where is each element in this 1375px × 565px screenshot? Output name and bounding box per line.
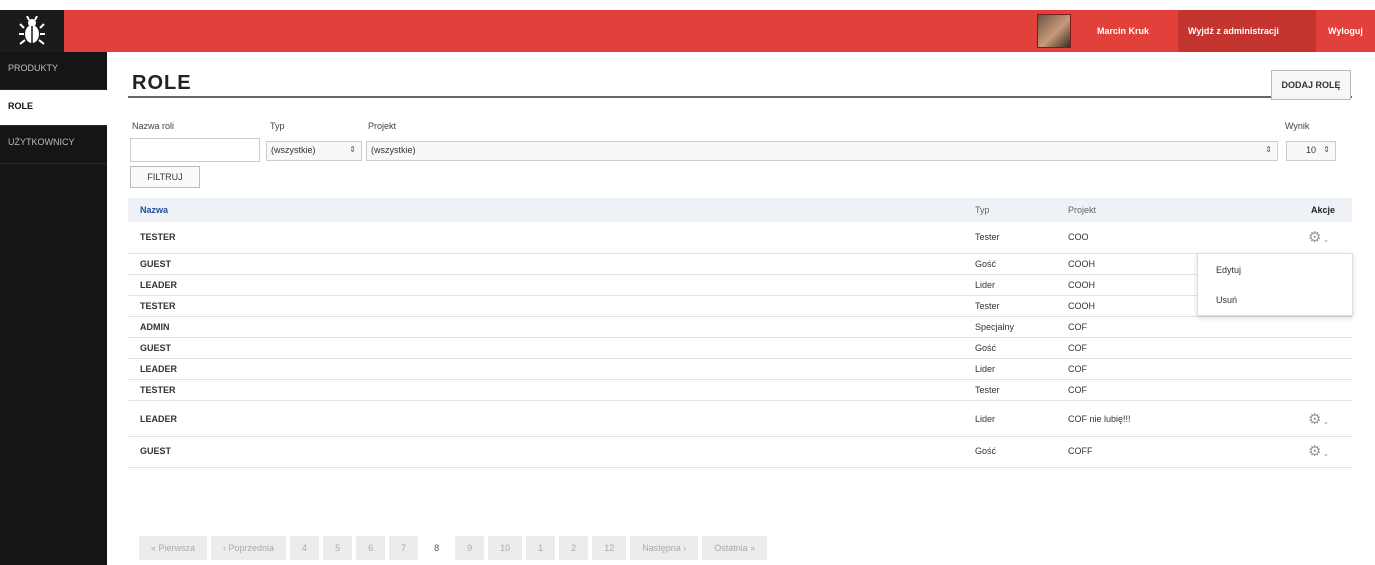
type-label: Typ — [270, 121, 285, 131]
role-project: COFF — [1068, 446, 1093, 456]
project-select[interactable]: (wszystkie) ⇕ — [366, 141, 1278, 161]
pagination-item[interactable]: 6 — [356, 536, 386, 560]
role-type: Lider — [975, 414, 996, 424]
role-type: Gość — [975, 259, 997, 269]
role-name-input[interactable] — [130, 138, 260, 162]
table-header: Nazwa Typ Projekt Akcje — [128, 198, 1352, 222]
gear-icon[interactable]: ⚙⌄ — [1308, 442, 1329, 460]
role-type: Gość — [975, 446, 997, 456]
pagination-item[interactable]: 10 — [488, 536, 523, 560]
chevron-down-icon: ⇕ — [1323, 145, 1330, 154]
logout-link[interactable]: Wyloguj — [1318, 10, 1373, 52]
pagination-item[interactable]: 1 — [526, 536, 556, 560]
type-select-value: (wszystkie) — [271, 145, 316, 155]
role-name: LEADER — [140, 280, 178, 290]
column-header-type: Typ — [975, 205, 990, 215]
pagination-item[interactable]: Ostatnia » — [702, 536, 768, 560]
role-project: COOH — [1068, 280, 1095, 290]
column-header-name[interactable]: Nazwa — [140, 205, 168, 215]
pagination-item[interactable]: 12 — [592, 536, 627, 560]
table-row: LEADER Lider COF — [128, 359, 1352, 380]
table-row: TESTER Tester COO ⚙⌄ — [128, 223, 1352, 254]
pagination-item[interactable]: 5 — [323, 536, 353, 560]
project-select-value: (wszystkie) — [371, 145, 416, 155]
per-page-select[interactable]: 10 ⇕ — [1286, 141, 1336, 161]
table-row: GUEST Gość COOH — [128, 254, 1352, 275]
gear-icon[interactable]: ⚙⌄ — [1308, 228, 1329, 246]
app-logo[interactable] — [0, 10, 64, 52]
user-name-link[interactable]: Marcin Kruk — [1087, 10, 1159, 52]
role-type: Gość — [975, 343, 997, 353]
role-type: Tester — [975, 301, 1000, 311]
role-project: COF nie lubię!!! — [1068, 414, 1131, 424]
role-type: Tester — [975, 232, 1000, 242]
per-page-value: 10 — [1305, 145, 1316, 155]
pagination-item[interactable]: 2 — [559, 536, 589, 560]
role-project: COF — [1068, 385, 1087, 395]
page-title: ROLE — [132, 72, 192, 94]
role-project: COOH — [1068, 301, 1095, 311]
role-name: TESTER — [140, 385, 176, 395]
chevron-down-icon: ⇕ — [1265, 145, 1272, 154]
actions-dropdown: Edytuj Usuń — [1197, 253, 1353, 316]
role-name: TESTER — [140, 232, 176, 242]
role-type: Tester — [975, 385, 1000, 395]
gear-icon[interactable]: ⚙⌄ — [1308, 410, 1329, 428]
table-row: LEADER Lider COF nie lubię!!! ⚙⌄ — [128, 401, 1352, 437]
chevron-down-icon: ⇕ — [349, 145, 356, 154]
project-label: Projekt — [368, 121, 397, 131]
role-project: COOH — [1068, 259, 1095, 269]
title-divider — [128, 96, 1352, 98]
pagination-item[interactable]: « Pierwsza — [139, 536, 208, 560]
pagination-item[interactable]: 8 — [422, 536, 452, 560]
role-name: LEADER — [140, 414, 178, 424]
role-name: ADMIN — [140, 322, 170, 332]
edit-role-menu-item[interactable]: Edytuj — [1216, 265, 1241, 275]
avatar[interactable] — [1037, 14, 1071, 48]
sidebar-item-users[interactable]: UŻYTKOWNICY — [0, 126, 107, 164]
table-row: TESTER Tester COF — [128, 380, 1352, 401]
pagination-item[interactable]: 4 — [290, 536, 320, 560]
table-row: TESTER Tester COOH — [128, 296, 1352, 317]
role-name: GUEST — [140, 343, 172, 353]
role-name-label: Nazwa roli — [132, 121, 175, 131]
sidebar: PRODUKTY ROLE UŻYTKOWNICY — [0, 52, 107, 565]
delete-role-menu-item[interactable]: Usuń — [1216, 295, 1237, 305]
column-header-actions: Akcje — [1311, 205, 1336, 215]
sidebar-item-products[interactable]: PRODUKTY — [0, 52, 107, 90]
table-row: GUEST Gość COF — [128, 338, 1352, 359]
role-project: COF — [1068, 343, 1087, 353]
table-row: LEADER Lider COOH — [128, 275, 1352, 296]
role-type: Specjalny — [975, 322, 1015, 332]
role-project: COO — [1068, 232, 1089, 242]
role-type: Lider — [975, 364, 996, 374]
filter-button[interactable]: FILTRUJ — [130, 166, 200, 188]
type-select[interactable]: (wszystkie) ⇕ — [266, 141, 362, 161]
role-name: LEADER — [140, 364, 178, 374]
role-name: GUEST — [140, 446, 172, 456]
table-row: ADMIN Specjalny COF — [128, 317, 1352, 338]
column-header-project: Projekt — [1068, 205, 1097, 215]
pagination-item[interactable]: ‹ Poprzednia — [211, 536, 287, 560]
exit-admin-link[interactable]: Wyjdź z administracji — [1178, 10, 1316, 52]
pagination-item[interactable]: Następna › — [630, 536, 699, 560]
sidebar-item-roles[interactable]: ROLE — [0, 90, 107, 126]
pagination: « Pierwsza ‹ Poprzednia 4 5 6 7 8 9 10 1 2 12 Następ… — [139, 536, 771, 560]
pagination-item[interactable]: 7 — [389, 536, 419, 560]
add-role-button[interactable]: DODAJ ROLĘ — [1271, 70, 1351, 100]
per-page-label: Wynik — [1285, 121, 1310, 131]
role-name: GUEST — [140, 259, 172, 269]
pagination-item[interactable]: 9 — [455, 536, 485, 560]
top-bar: Marcin Kruk Wyjdź z administracji Wylogu… — [0, 10, 1375, 52]
bug-logo-icon — [19, 16, 45, 45]
role-name: TESTER — [140, 301, 176, 311]
role-project: COF — [1068, 364, 1087, 374]
table-row: GUEST Gość COFF ⚙⌄ — [128, 437, 1352, 468]
role-project: COF — [1068, 322, 1087, 332]
role-type: Lider — [975, 280, 996, 290]
